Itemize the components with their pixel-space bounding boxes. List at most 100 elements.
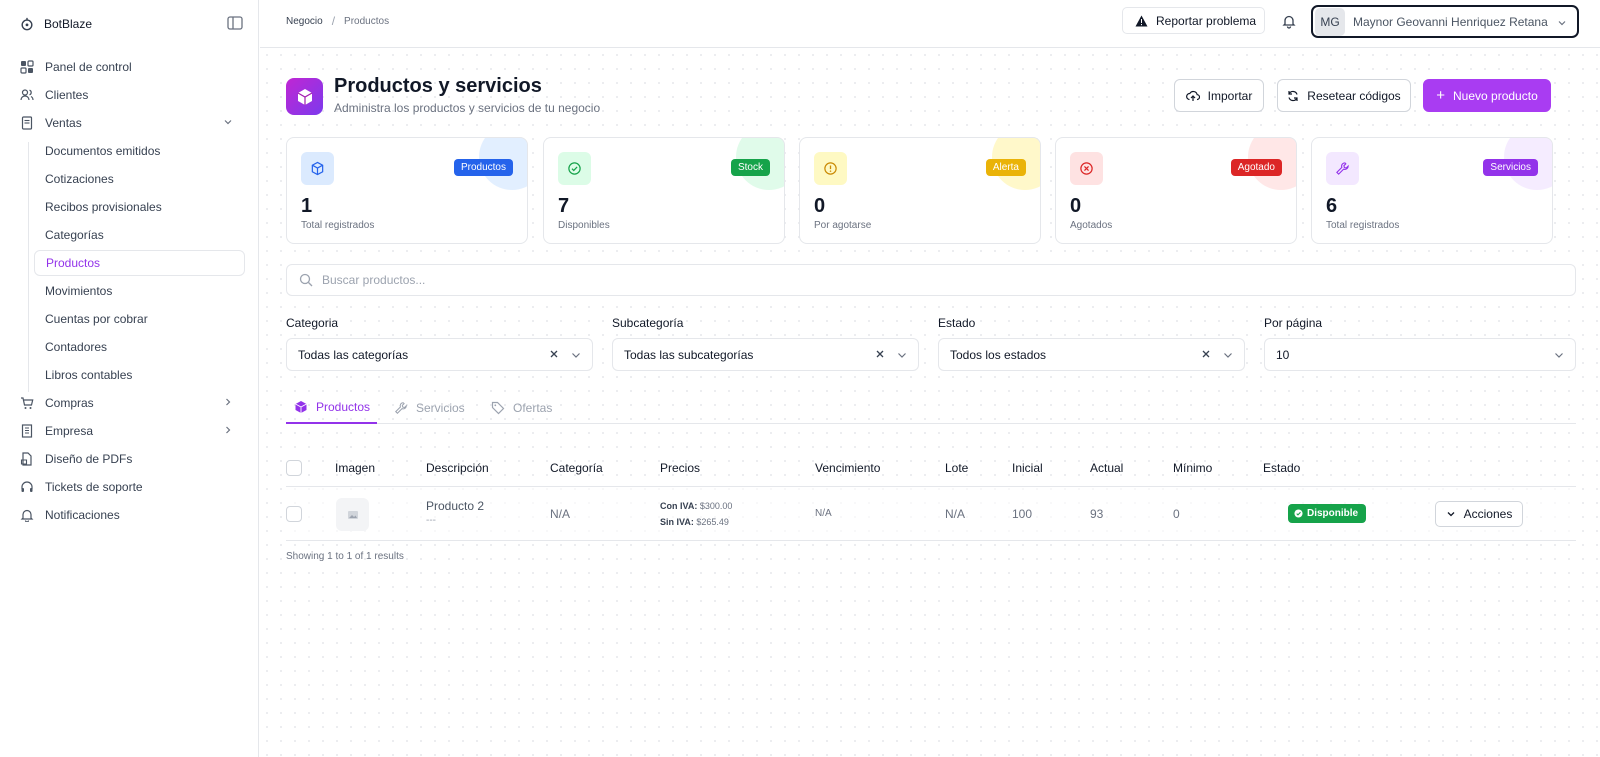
page-subtitle: Administra los productos y servicios de … [334, 101, 601, 115]
col-imagen: Imagen [335, 461, 376, 475]
reset-codes-button[interactable]: Resetear códigos [1277, 79, 1411, 112]
status-badge: Disponible [1288, 504, 1367, 523]
sidebar-item-notificaciones[interactable]: Notificaciones [20, 502, 242, 528]
sidebar-item-label: Tickets de soporte [45, 480, 143, 494]
botblaze-logo-icon [21, 17, 33, 31]
col-vencimiento: Vencimiento [815, 461, 881, 475]
brand[interactable]: BotBlaze [20, 14, 92, 34]
sidebar-subitem-recibos-provisionales[interactable]: Recibos provisionales [45, 194, 162, 220]
clear-icon[interactable] [1200, 348, 1212, 360]
breadcrumb-negocio[interactable]: Negocio [286, 16, 323, 27]
sidebar-item-ventas[interactable]: Ventas [20, 110, 242, 136]
report-problem-label: Reportar problema [1156, 13, 1257, 28]
price-without-vat-label: Sin IVA: [660, 517, 694, 527]
user-menu-button[interactable]: MG Maynor Geovanni Henriquez Retana [1311, 5, 1579, 38]
main-content: Productos y servicios Administra los pro… [260, 48, 1600, 757]
filter-label-estado: Estado [938, 316, 976, 330]
sidebar-item-compras[interactable]: Compras [20, 390, 242, 416]
table-header: Imagen Descripción Categoría Precios Ven… [286, 448, 1576, 487]
search-bar [286, 264, 1576, 296]
sidebar-toggle-icon[interactable] [227, 16, 243, 30]
per-page-select[interactable]: 10 [1264, 338, 1576, 371]
card-badge: Agotado [1230, 159, 1282, 176]
clear-icon[interactable] [548, 348, 560, 360]
product-description: --- [426, 515, 436, 526]
report-problem-button[interactable]: Reportar problema [1122, 7, 1265, 34]
warning-icon [1135, 15, 1148, 26]
row-checkbox[interactable] [286, 506, 302, 522]
sidebar-item-tickets-soporte[interactable]: Tickets de soporte [20, 474, 242, 500]
building-icon [20, 424, 34, 438]
sidebar-item-diseno-pdfs[interactable]: Diseño de PDFs [20, 446, 242, 472]
pagination-summary: Showing 1 to 1 of 1 results [286, 551, 404, 562]
col-minimo: Mínimo [1173, 461, 1213, 475]
new-product-button[interactable]: + Nuevo producto [1423, 79, 1551, 112]
breadcrumb-separator: / [331, 14, 336, 28]
headset-icon [20, 480, 34, 494]
import-label: Importar [1207, 88, 1253, 103]
estado-select[interactable]: Todos los estados [938, 338, 1245, 371]
sidebar-item-label: Notificaciones [45, 508, 120, 522]
sidebar-subitem-categorias[interactable]: Categorías [45, 222, 104, 248]
cloud-upload-icon [1185, 90, 1200, 101]
card-label: Por agotarse [814, 220, 872, 231]
subcategoria-select[interactable]: Todas las subcategorías [612, 338, 919, 371]
chevron-down-icon [572, 353, 580, 358]
plus-icon: + [1436, 87, 1446, 104]
card-label: Total registrados [1326, 220, 1400, 231]
price-with-vat: $300.00 [699, 501, 733, 511]
sidebar-subitem-cuentas-por-cobrar[interactable]: Cuentas por cobrar [45, 306, 148, 332]
submenu-guide [28, 142, 29, 392]
col-categoria: Categoría [550, 461, 603, 475]
pdf-icon [20, 452, 34, 466]
tab-ofertas[interactable]: Ofertas [491, 391, 552, 424]
price-with-vat-label: Con IVA: [660, 501, 698, 511]
col-precios: Precios [660, 461, 701, 475]
sidebar-item-panel-de-control[interactable]: Panel de control [20, 54, 242, 80]
alert-circle-icon [814, 152, 847, 185]
search-icon [299, 273, 313, 287]
check-circle-icon [1294, 509, 1303, 518]
col-actual: Actual [1090, 461, 1124, 475]
col-descripcion: Descripción [426, 461, 489, 475]
sidebar-subitem-documentos-emitidos[interactable]: Documentos emitidos [45, 138, 160, 164]
users-icon [20, 88, 34, 102]
sidebar-subitem-cotizaciones[interactable]: Cotizaciones [45, 166, 114, 192]
product-name[interactable]: Producto 2 [426, 499, 484, 513]
sidebar-item-label: Empresa [45, 424, 94, 438]
sidebar-subitem-movimientos[interactable]: Movimientos [45, 278, 112, 304]
receipt-icon [20, 116, 34, 130]
x-circle-icon [1070, 152, 1103, 185]
sidebar-subitem-contadores[interactable]: Contadores [45, 334, 107, 360]
sidebar-item-empresa[interactable]: Empresa [20, 418, 242, 444]
row-actions-button[interactable]: Acciones [1435, 501, 1523, 527]
chevron-down-icon [898, 353, 906, 358]
select-all-checkbox[interactable] [286, 460, 302, 476]
chevron-down-icon [1224, 353, 1232, 358]
notifications-bell-icon[interactable] [1281, 13, 1297, 29]
card-value: 1 [301, 195, 313, 217]
sidebar-item-label: Clientes [45, 88, 89, 102]
stat-card-alerta: Alerta 0 Por agotarse [799, 137, 1041, 244]
sidebar-item-clientes[interactable]: Clientes [20, 82, 242, 108]
sidebar-subitem-productos[interactable]: Productos [34, 250, 245, 276]
filter-label-categoria: Categoria [286, 316, 339, 330]
col-lote: Lote [945, 461, 969, 475]
tab-productos[interactable]: Productos [286, 391, 377, 424]
product-current: 93 [1090, 507, 1104, 521]
topbar: Negocio / Productos Reportar problema MG… [260, 0, 1600, 48]
sidebar-subitem-libros-contables[interactable]: Libros contables [45, 362, 132, 388]
tab-label: Servicios [416, 400, 465, 415]
table-row[interactable]: Producto 2 --- N/A Con IVA: $300.00 Sin … [286, 488, 1576, 541]
filter-label-subcategoria: Subcategoría [612, 316, 684, 330]
search-input[interactable] [322, 273, 1522, 287]
tab-servicios[interactable]: Servicios [394, 391, 465, 424]
clear-icon[interactable] [874, 348, 886, 360]
import-button[interactable]: Importar [1174, 79, 1264, 112]
product-lot: N/A [945, 507, 966, 521]
product-category: N/A [550, 507, 571, 521]
categoria-select[interactable]: Todas las categorías [286, 338, 593, 371]
user-name: Maynor Geovanni Henriquez Retana [1353, 14, 1548, 29]
cube-icon [295, 400, 307, 413]
chevron-down-icon [1558, 21, 1566, 26]
